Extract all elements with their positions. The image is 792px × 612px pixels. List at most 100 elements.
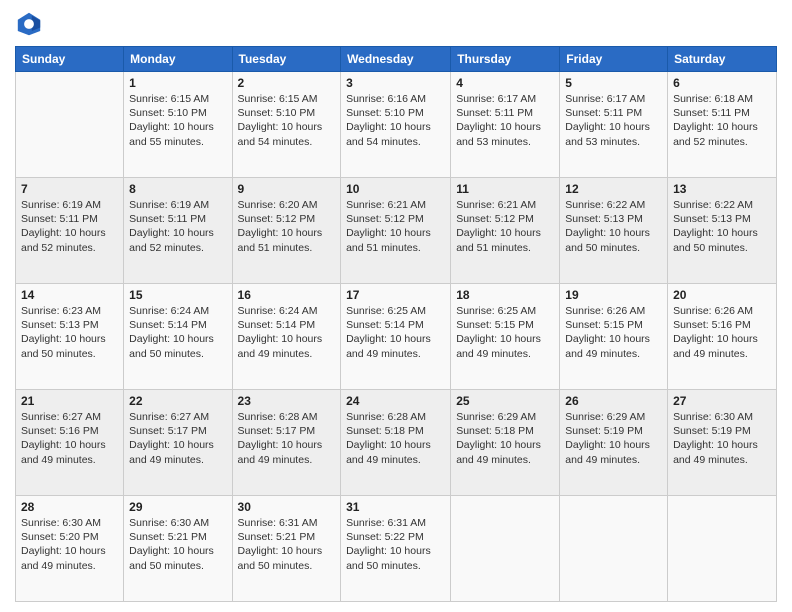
- day-number: 9: [238, 182, 336, 196]
- day-cell: 26Sunrise: 6:29 AM Sunset: 5:19 PM Dayli…: [560, 390, 668, 496]
- day-info: Sunrise: 6:31 AM Sunset: 5:22 PM Dayligh…: [346, 516, 445, 573]
- day-number: 30: [238, 500, 336, 514]
- day-info: Sunrise: 6:27 AM Sunset: 5:17 PM Dayligh…: [129, 410, 226, 467]
- day-number: 16: [238, 288, 336, 302]
- day-cell: 29Sunrise: 6:30 AM Sunset: 5:21 PM Dayli…: [124, 496, 232, 602]
- day-cell: 13 Sunrise: 6:22 AM Sunset: 5:13 PM Dayli…: [668, 178, 777, 284]
- logo-icon: [15, 10, 43, 38]
- day-cell: 18 Sunrise: 6:25 AM Sunset: 5:15 PM Dayli…: [451, 284, 560, 390]
- day-cell: 15 Sunrise: 6:24 AM Sunset: 5:14 PM Dayli…: [124, 284, 232, 390]
- day-number: 15: [129, 288, 226, 302]
- day-cell: 28Sunrise: 6:30 AM Sunset: 5:20 PM Dayli…: [16, 496, 124, 602]
- day-info: Sunrise: 6:28 AM Sunset: 5:18 PM Dayligh…: [346, 410, 445, 467]
- day-number: 17: [346, 288, 445, 302]
- day-info: Sunrise: 6:22 AM Sunset: 5:13 PM Dayligh…: [565, 198, 662, 255]
- col-header-wednesday: Wednesday: [341, 47, 451, 72]
- day-info: Sunrise: 6:22 AM Sunset: 5:13 PM Dayligh…: [673, 198, 771, 255]
- day-number: 25: [456, 394, 554, 408]
- day-cell: 21 Sunrise: 6:27 AM Sunset: 5:16 PM Dayli…: [16, 390, 124, 496]
- day-info: Sunrise: 6:30 AM Sunset: 5:19 PM Dayligh…: [673, 410, 771, 467]
- day-number: 1: [129, 76, 226, 90]
- day-info: Sunrise: 6:30 AM Sunset: 5:21 PM Dayligh…: [129, 516, 226, 573]
- day-cell: 22 Sunrise: 6:27 AM Sunset: 5:17 PM Dayli…: [124, 390, 232, 496]
- day-cell: 1 Sunrise: 6:15 AM Sunset: 5:10 PM Daylig…: [124, 72, 232, 178]
- day-info: Sunrise: 6:25 AM Sunset: 5:14 PM Dayligh…: [346, 304, 445, 361]
- day-info: Sunrise: 6:18 AM Sunset: 5:11 PM Dayligh…: [673, 92, 771, 149]
- day-info: Sunrise: 6:28 AM Sunset: 5:17 PM Dayligh…: [238, 410, 336, 467]
- day-cell: 20 Sunrise: 6:26 AM Sunset: 5:16 PM Dayli…: [668, 284, 777, 390]
- day-info: Sunrise: 6:25 AM Sunset: 5:15 PM Dayligh…: [456, 304, 554, 361]
- day-cell: 12 Sunrise: 6:22 AM Sunset: 5:13 PM Dayli…: [560, 178, 668, 284]
- page: SundayMondayTuesdayWednesdayThursdayFrid…: [0, 0, 792, 612]
- day-number: 7: [21, 182, 118, 196]
- day-cell: [451, 496, 560, 602]
- day-number: 23: [238, 394, 336, 408]
- day-cell: 24 Sunrise: 6:28 AM Sunset: 5:18 PM Dayli…: [341, 390, 451, 496]
- col-header-friday: Friday: [560, 47, 668, 72]
- day-info: Sunrise: 6:19 AM Sunset: 5:11 PM Dayligh…: [129, 198, 226, 255]
- day-cell: 9 Sunrise: 6:20 AM Sunset: 5:12 PM Daylig…: [232, 178, 341, 284]
- day-info: Sunrise: 6:31 AM Sunset: 5:21 PM Dayligh…: [238, 516, 336, 573]
- logo: [15, 10, 47, 38]
- day-cell: [16, 72, 124, 178]
- day-number: 24: [346, 394, 445, 408]
- day-cell: 5 Sunrise: 6:17 AM Sunset: 5:11 PM Daylig…: [560, 72, 668, 178]
- day-cell: 4Sunrise: 6:17 AM Sunset: 5:11 PM Daylig…: [451, 72, 560, 178]
- day-number: 22: [129, 394, 226, 408]
- week-row-4: 28Sunrise: 6:30 AM Sunset: 5:20 PM Dayli…: [16, 496, 777, 602]
- day-number: 18: [456, 288, 554, 302]
- day-number: 31: [346, 500, 445, 514]
- day-number: 11: [456, 182, 554, 196]
- day-cell: 8Sunrise: 6:19 AM Sunset: 5:11 PM Daylig…: [124, 178, 232, 284]
- col-header-sunday: Sunday: [16, 47, 124, 72]
- col-header-tuesday: Tuesday: [232, 47, 341, 72]
- day-number: 2: [238, 76, 336, 90]
- day-number: 13: [673, 182, 771, 196]
- day-info: Sunrise: 6:15 AM Sunset: 5:10 PM Dayligh…: [129, 92, 226, 149]
- col-header-thursday: Thursday: [451, 47, 560, 72]
- day-number: 14: [21, 288, 118, 302]
- day-cell: 23 Sunrise: 6:28 AM Sunset: 5:17 PM Dayli…: [232, 390, 341, 496]
- day-number: 6: [673, 76, 771, 90]
- week-row-0: 1 Sunrise: 6:15 AM Sunset: 5:10 PM Daylig…: [16, 72, 777, 178]
- day-info: Sunrise: 6:30 AM Sunset: 5:20 PM Dayligh…: [21, 516, 118, 573]
- day-number: 3: [346, 76, 445, 90]
- day-cell: 2 Sunrise: 6:15 AM Sunset: 5:10 PM Daylig…: [232, 72, 341, 178]
- day-cell: [668, 496, 777, 602]
- header: [15, 10, 777, 38]
- day-info: Sunrise: 6:20 AM Sunset: 5:12 PM Dayligh…: [238, 198, 336, 255]
- col-header-monday: Monday: [124, 47, 232, 72]
- day-cell: 16 Sunrise: 6:24 AM Sunset: 5:14 PM Dayli…: [232, 284, 341, 390]
- day-cell: 31 Sunrise: 6:31 AM Sunset: 5:22 PM Dayli…: [341, 496, 451, 602]
- day-info: Sunrise: 6:24 AM Sunset: 5:14 PM Dayligh…: [238, 304, 336, 361]
- day-number: 19: [565, 288, 662, 302]
- day-cell: 14 Sunrise: 6:23 AM Sunset: 5:13 PM Dayli…: [16, 284, 124, 390]
- day-info: Sunrise: 6:21 AM Sunset: 5:12 PM Dayligh…: [456, 198, 554, 255]
- calendar: SundayMondayTuesdayWednesdayThursdayFrid…: [15, 46, 777, 602]
- day-info: Sunrise: 6:17 AM Sunset: 5:11 PM Dayligh…: [565, 92, 662, 149]
- day-info: Sunrise: 6:26 AM Sunset: 5:16 PM Dayligh…: [673, 304, 771, 361]
- day-number: 5: [565, 76, 662, 90]
- day-number: 10: [346, 182, 445, 196]
- day-cell: 25 Sunrise: 6:29 AM Sunset: 5:18 PM Dayli…: [451, 390, 560, 496]
- week-row-1: 7 Sunrise: 6:19 AM Sunset: 5:11 PM Daylig…: [16, 178, 777, 284]
- day-info: Sunrise: 6:15 AM Sunset: 5:10 PM Dayligh…: [238, 92, 336, 149]
- week-row-3: 21 Sunrise: 6:27 AM Sunset: 5:16 PM Dayli…: [16, 390, 777, 496]
- day-cell: 27 Sunrise: 6:30 AM Sunset: 5:19 PM Dayli…: [668, 390, 777, 496]
- day-number: 21: [21, 394, 118, 408]
- day-cell: 11 Sunrise: 6:21 AM Sunset: 5:12 PM Dayli…: [451, 178, 560, 284]
- day-number: 12: [565, 182, 662, 196]
- day-info: Sunrise: 6:24 AM Sunset: 5:14 PM Dayligh…: [129, 304, 226, 361]
- day-info: Sunrise: 6:23 AM Sunset: 5:13 PM Dayligh…: [21, 304, 118, 361]
- day-number: 20: [673, 288, 771, 302]
- day-info: Sunrise: 6:19 AM Sunset: 5:11 PM Dayligh…: [21, 198, 118, 255]
- calendar-header-row: SundayMondayTuesdayWednesdayThursdayFrid…: [16, 47, 777, 72]
- day-info: Sunrise: 6:16 AM Sunset: 5:10 PM Dayligh…: [346, 92, 445, 149]
- day-number: 27: [673, 394, 771, 408]
- week-row-2: 14 Sunrise: 6:23 AM Sunset: 5:13 PM Dayli…: [16, 284, 777, 390]
- day-cell: 30 Sunrise: 6:31 AM Sunset: 5:21 PM Dayli…: [232, 496, 341, 602]
- day-info: Sunrise: 6:29 AM Sunset: 5:18 PM Dayligh…: [456, 410, 554, 467]
- day-info: Sunrise: 6:27 AM Sunset: 5:16 PM Dayligh…: [21, 410, 118, 467]
- day-info: Sunrise: 6:26 AM Sunset: 5:15 PM Dayligh…: [565, 304, 662, 361]
- day-cell: [560, 496, 668, 602]
